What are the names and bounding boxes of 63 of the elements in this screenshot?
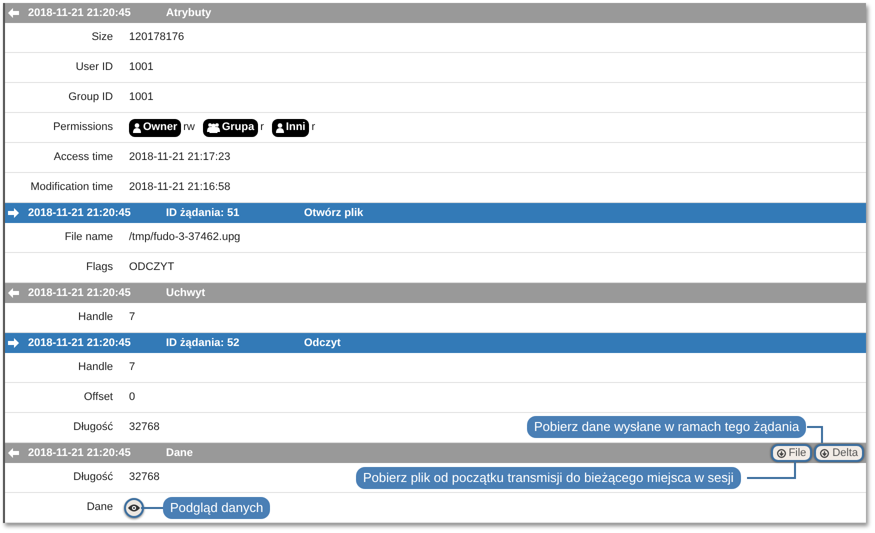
header-text: ID żądania: 51 <box>166 206 240 221</box>
field-value: 1001 <box>129 90 154 106</box>
field-value: ODCZYT <box>129 260 174 276</box>
leader-line <box>807 426 823 443</box>
callout: Pobierz plik od początku transmisji do bieżącego miejsca w sesji <box>356 467 741 489</box>
field-label: Permissions <box>52 120 113 136</box>
header-text: Odczyt <box>304 336 342 351</box>
view-button[interactable] <box>124 498 144 518</box>
user-icon <box>133 122 141 132</box>
timestamp: 2018-11-21 21:20:45 <box>28 446 132 461</box>
header-text: Dane <box>166 446 194 461</box>
user-icon <box>276 122 284 132</box>
field-value: 2018-11-21 21:17:23 <box>129 150 230 166</box>
permission-rights: r <box>311 120 316 136</box>
field-value: /tmp/fudo-3-37462.upg <box>129 230 240 246</box>
field-label: Handle <box>77 360 113 376</box>
field-label: Size <box>90 30 113 46</box>
field-label: Group ID <box>67 90 113 106</box>
callout: Pobierz dane wysłane w ramach tego żądania <box>527 416 806 438</box>
left-arrow-icon <box>8 288 19 298</box>
download-icon <box>776 448 786 458</box>
permission-rights: rw <box>183 120 195 136</box>
callout: Podgląd danych <box>163 497 270 519</box>
field-label: Długość <box>72 470 113 486</box>
field-label: Handle <box>77 310 113 326</box>
field-value: 32768 <box>129 420 160 436</box>
field-value: 2018-11-21 21:16:58 <box>129 180 230 196</box>
right-arrow-icon <box>8 208 19 218</box>
field-label: File name <box>64 230 113 246</box>
leader-line <box>747 461 796 479</box>
timestamp: 2018-11-21 21:20:45 <box>28 336 132 351</box>
right-arrow-icon <box>8 338 19 348</box>
field-value: 32768 <box>129 470 160 486</box>
timestamp: 2018-11-21 21:20:45 <box>28 6 132 21</box>
header-text: Atrybuty <box>166 6 212 21</box>
field-label: Access time <box>52 150 113 166</box>
permission-rights: r <box>260 120 264 136</box>
group-icon <box>206 122 220 132</box>
permission-badge: Owner <box>129 118 182 136</box>
field-label: Długość <box>72 420 113 436</box>
header-text: Otwórz plik <box>304 206 364 221</box>
field-label: Dane <box>86 500 113 516</box>
permission-badge: Grupa <box>202 118 258 136</box>
header-text: Uchwyt <box>166 286 206 301</box>
timestamp: 2018-11-21 21:20:45 <box>28 286 132 301</box>
field-value: 7 <box>129 310 136 326</box>
timestamp: 2018-11-21 21:20:45 <box>28 206 132 221</box>
field-value: 120178176 <box>129 30 184 46</box>
field-value: 1001 <box>129 60 154 76</box>
left-arrow-icon <box>8 448 19 458</box>
permission-badge: Inni <box>272 118 310 136</box>
left-arrow-icon <box>8 8 19 18</box>
download-button[interactable]: File <box>770 444 812 462</box>
field-label: Modification time <box>29 180 113 196</box>
field-value: 0 <box>129 390 136 406</box>
field-value: 7 <box>129 360 136 376</box>
field-label: Offset <box>82 390 113 406</box>
field-label: Flags <box>85 260 113 276</box>
eye-icon <box>128 504 140 512</box>
field-label: User ID <box>74 60 113 76</box>
download-icon <box>820 448 830 458</box>
download-button[interactable]: Delta <box>814 444 864 462</box>
header-text: ID żądania: 52 <box>166 336 240 351</box>
